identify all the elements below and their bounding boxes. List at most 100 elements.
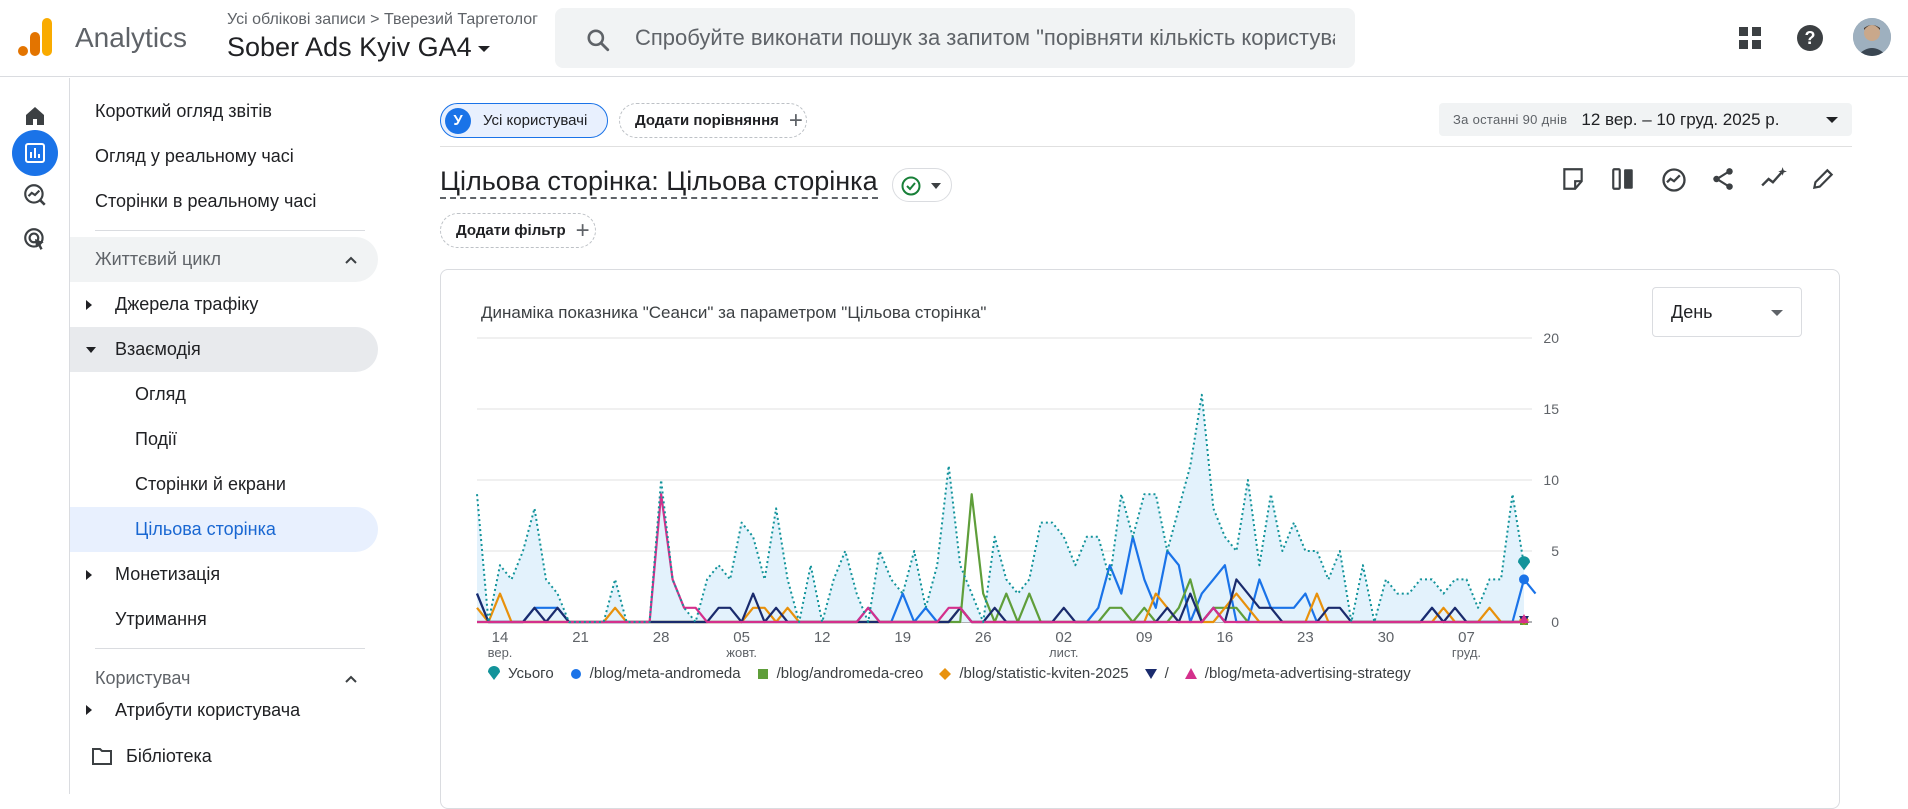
insights-icon[interactable]: [1660, 166, 1688, 194]
y-tick-label: 5: [1551, 543, 1559, 559]
y-tick-label: 20: [1543, 330, 1559, 346]
nav-section-lifecycle[interactable]: Життєвий цикл: [70, 237, 378, 282]
chart-card: Динаміка показника "Сеанси" за параметро…: [440, 269, 1840, 809]
nav-divider: [95, 230, 365, 231]
expand-arrow-icon: [86, 705, 92, 715]
edit-pencil-icon[interactable]: [1810, 166, 1836, 192]
avatar[interactable]: [1853, 18, 1891, 56]
x-tick-label: 09: [1136, 629, 1153, 646]
date-range-picker[interactable]: За останні 90 днів 12 вер. – 10 груд. 20…: [1439, 103, 1852, 136]
nav-item-label: Короткий огляд звітів: [95, 101, 272, 121]
nav-item-user-attributes[interactable]: Атрибути користувача: [70, 695, 378, 723]
y-tick-label: 0: [1551, 614, 1559, 630]
add-comparison-button[interactable]: Додати порівняння +: [619, 103, 807, 138]
nav-subitem-pages-screens[interactable]: Сторінки й екрани: [70, 462, 378, 507]
x-tick-label: 07: [1458, 629, 1475, 646]
nav-item-realtime-pages[interactable]: Сторінки в реальному часі: [70, 179, 378, 224]
nav-item-engagement[interactable]: Взаємодія: [70, 327, 378, 372]
legend-item-root[interactable]: /: [1143, 665, 1169, 682]
nav-item-label: Сторінки й екрани: [135, 474, 286, 494]
nav-subitem-events[interactable]: Події: [70, 417, 378, 462]
x-tick-label: 02: [1055, 629, 1072, 646]
nav-item-traffic-acquisition[interactable]: Джерела трафіку: [70, 282, 378, 327]
search-icon: [587, 29, 610, 52]
nav-section-label: Користувач: [95, 668, 191, 688]
segment-chip-all-users[interactable]: У Усі користувачі: [440, 103, 608, 138]
x-tick-sublabel: груд.: [1452, 645, 1481, 660]
search-bar[interactable]: [555, 8, 1355, 68]
legend-item-strategy[interactable]: /blog/meta-advertising-strategy: [1183, 665, 1411, 682]
nav-item-label: Події: [135, 429, 178, 449]
nav-subitem-overview[interactable]: Огляд: [70, 372, 378, 417]
help-icon[interactable]: ?: [1796, 24, 1824, 52]
plus-icon: +: [788, 106, 803, 134]
breadcrumb-separator-icon: >: [370, 11, 380, 28]
caret-down-icon: [477, 45, 490, 52]
date-range-value: 12 вер. – 10 груд. 2025 р.: [1581, 109, 1780, 129]
legend-marker-icon: [1184, 667, 1197, 679]
rail-reports[interactable]: [12, 130, 58, 176]
reports-icon: [25, 143, 45, 163]
svg-text:?: ?: [1805, 28, 1816, 48]
analytics-logo-icon[interactable]: [18, 18, 54, 56]
x-tick-label: 12: [814, 629, 831, 646]
explore-icon: [24, 184, 46, 206]
share-icon[interactable]: [1710, 166, 1736, 192]
rail-advertising[interactable]: [12, 216, 58, 262]
search-input[interactable]: [635, 8, 1335, 68]
legend-label: /: [1164, 665, 1169, 682]
x-tick-label: 14: [492, 629, 509, 646]
compare-columns-icon[interactable]: [1610, 166, 1636, 192]
nav-item-monetization[interactable]: Монетизація: [70, 552, 378, 597]
legend-item-andromeda[interactable]: /blog/meta-andromeda: [568, 665, 741, 682]
nav-item-label: Цільова сторінка: [135, 519, 276, 539]
nav-section-label: Життєвий цикл: [95, 249, 221, 269]
breadcrumb-account[interactable]: Усі облікові записи: [227, 11, 366, 28]
main-content: У Усі користувачі Додати порівняння + За…: [390, 78, 1908, 809]
marker-andromeda: [1519, 574, 1529, 585]
x-tick-label: 28: [653, 629, 670, 646]
nav-item-reports-snapshot[interactable]: Короткий огляд звітів: [70, 89, 378, 134]
insights-note-icon[interactable]: [1560, 166, 1586, 192]
x-tick-label: 26: [975, 629, 992, 646]
legend-marker-icon: [1144, 668, 1157, 679]
legend-item-total[interactable]: Усього: [486, 665, 554, 682]
x-tick-label: 23: [1297, 629, 1314, 646]
property-name: Sober Ads Kyiv GA4: [227, 32, 472, 62]
nav-item-label: Джерела трафіку: [115, 294, 259, 314]
legend-item-kviten[interactable]: /blog/statistic-kviten-2025: [937, 665, 1129, 682]
x-tick-sublabel: лист.: [1049, 645, 1078, 660]
collapse-arrow-icon: [86, 347, 96, 353]
folder-icon: [92, 748, 112, 765]
check-circle-icon: [901, 176, 921, 196]
legend-label: /blog/statistic-kviten-2025: [959, 665, 1129, 682]
x-tick-label: 05: [733, 629, 750, 646]
nav-library[interactable]: Бібліотека: [70, 736, 390, 776]
segment-label: Усі користувачі: [483, 112, 588, 129]
legend-item-creo[interactable]: /blog/andromeda-creo: [755, 665, 923, 682]
x-tick-label: 19: [894, 629, 911, 646]
trend-sparkle-icon[interactable]: [1760, 166, 1788, 192]
add-filter-button[interactable]: Додати фільтр +: [440, 213, 596, 248]
add-filter-label: Додати фільтр: [456, 222, 566, 239]
rail-explore[interactable]: [12, 172, 58, 218]
caret-down-icon: [1826, 117, 1838, 123]
nav-item-retention[interactable]: Утримання: [70, 597, 378, 642]
date-range-label: За останні 90 днів: [1453, 112, 1568, 127]
toolbar-divider: [440, 146, 1852, 147]
breadcrumb-property[interactable]: Тверезий Таргетолог: [384, 11, 538, 28]
y-tick-label: 15: [1543, 401, 1559, 417]
home-icon: [26, 107, 44, 125]
breadcrumb[interactable]: Усі облікові записи > Тверезий Таргетоло…: [227, 11, 538, 29]
nav-item-label: Атрибути користувача: [115, 700, 301, 720]
plus-icon: +: [575, 216, 590, 244]
status-menu[interactable]: [892, 168, 952, 202]
nav-item-realtime-overview[interactable]: Огляд у реальному часі: [70, 134, 378, 179]
apps-grid-icon[interactable]: [1738, 26, 1762, 50]
nav-subitem-landing-page[interactable]: Цільова сторінка: [70, 507, 378, 552]
nav-item-label: Взаємодія: [115, 339, 201, 359]
app-name: Analytics: [75, 22, 188, 53]
property-selector[interactable]: Sober Ads Kyiv GA4: [227, 32, 490, 63]
page-title[interactable]: Цільова сторінка: Цільова сторінка: [440, 165, 878, 199]
line-chart[interactable]: 0510152014вер.21 28 05жовт.12 19 26 02лист.09…: [441, 270, 1841, 710]
